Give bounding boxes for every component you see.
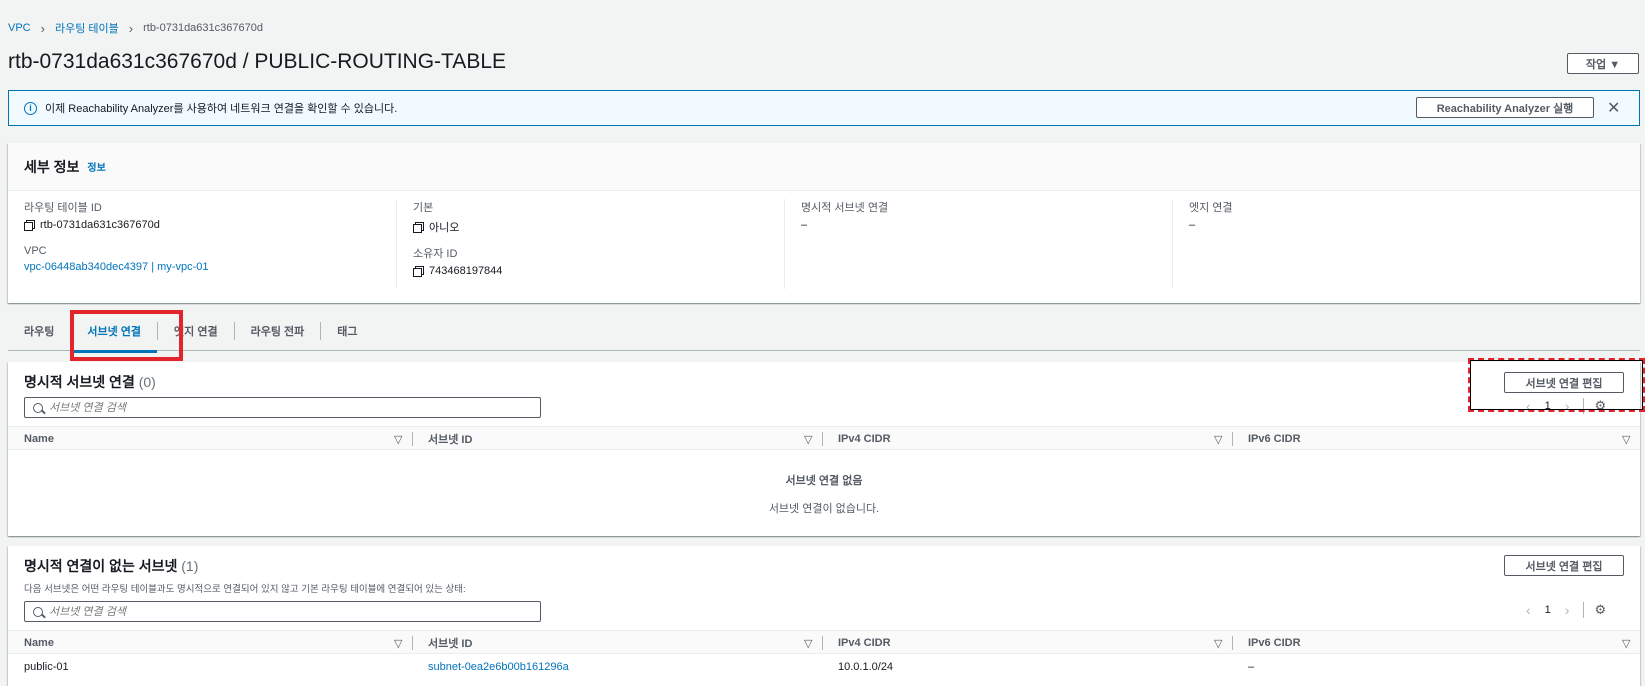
sort-icon[interactable]: ▽ — [1214, 631, 1222, 655]
edge-field: 엣지 연결 – — [1189, 199, 1233, 231]
empty-text: 서브넷 연결이 없습니다. — [768, 503, 880, 515]
next-page-icon[interactable]: › — [1565, 602, 1570, 618]
search-field[interactable] — [24, 601, 541, 622]
table-header: Name ▽ 서브넷 ID ▽ IPv4 CIDR ▽ IPv6 CIDR ▽ — [8, 426, 1640, 450]
field-label: 라우팅 테이블 ID — [24, 202, 102, 214]
pagination: ‹ 1 › ⚙ — [1526, 602, 1606, 618]
panel-count: (0) — [138, 374, 156, 390]
column-header[interactable]: IPv6 CIDR — [1248, 427, 1301, 451]
edge-value: – — [1189, 219, 1196, 231]
breadcrumb-vpc-link[interactable]: VPC — [8, 22, 31, 34]
column-header[interactable]: Name — [24, 631, 54, 655]
info-link[interactable]: 정보 — [87, 159, 105, 174]
close-icon[interactable]: ✕ — [1607, 98, 1620, 118]
column-header[interactable]: Name — [24, 427, 54, 451]
details-title: 세부 정보 — [24, 158, 80, 175]
owner-field: 소유자 ID 743468197844 — [413, 245, 502, 277]
column-divider — [412, 636, 413, 650]
explicit-subnet-panel: 명시적 서브넷 연결 (0) 서브넷 연결 편집 ‹ 1 › ⚙ Name ▽ … — [8, 362, 1640, 536]
copy-icon[interactable] — [413, 266, 424, 277]
cell-ipv6: – — [1248, 661, 1255, 673]
empty-title: 서브넷 연결 없음 — [785, 475, 863, 487]
breadcrumb-route-tables-link[interactable]: 라우팅 테이블 — [55, 20, 119, 36]
column-header[interactable]: IPv6 CIDR — [1248, 631, 1301, 655]
search-icon — [33, 402, 43, 413]
cell-subnet-id-link[interactable]: subnet-0ea2e6b00b161296a — [428, 661, 569, 673]
tab-tags[interactable]: 태그 — [320, 321, 373, 340]
column-header[interactable]: IPv4 CIDR — [838, 427, 891, 451]
cell-ipv4: 10.0.1.0/24 — [838, 661, 894, 673]
panel-title: 명시적 서브넷 연결 (0) — [24, 374, 156, 390]
field-label: 명시적 서브넷 연결 — [801, 202, 889, 214]
sort-icon[interactable]: ▽ — [804, 427, 812, 451]
explicit-subnet-field: 명시적 서브넷 연결 – — [801, 199, 888, 231]
reachability-analyzer-button[interactable]: Reachability Analyzer 실행 — [1416, 97, 1594, 118]
field-label: 소유자 ID — [413, 248, 458, 260]
vpc-field: VPC vpc-06448ab340dec4397 | my-vpc-01 — [24, 245, 208, 273]
vpc-link[interactable]: vpc-06448ab340dec4397 | my-vpc-01 — [24, 261, 208, 273]
tab-routes[interactable]: 라우팅 — [8, 322, 70, 340]
sort-icon[interactable]: ▽ — [1214, 427, 1222, 451]
owner-value: 743468197844 — [429, 265, 503, 277]
search-input[interactable] — [49, 401, 529, 414]
column-divider — [1232, 432, 1233, 446]
edit-button-highlight-box — [1468, 358, 1645, 412]
page-number[interactable]: 1 — [1545, 604, 1551, 616]
sort-icon[interactable]: ▽ — [804, 631, 812, 655]
chevron-right-icon: › — [40, 20, 45, 36]
info-alert: i 이제 Reachability Analyzer를 사용하여 네트워크 연결… — [8, 90, 1640, 126]
field-label: 엣지 연결 — [1189, 202, 1233, 214]
sort-icon[interactable]: ▽ — [1622, 631, 1630, 655]
implicit-subnet-panel: 명시적 연결이 없는 서브넷 (1) 다음 서브넷은 어떤 라우팅 테이블과도 … — [8, 546, 1640, 686]
column-divider — [1232, 636, 1233, 650]
details-column: 명시적 서브넷 연결 – — [784, 199, 1172, 289]
copy-icon[interactable] — [413, 222, 424, 233]
details-column: 라우팅 테이블 ID rtb-0731da631c367670d VPC vpc… — [8, 199, 396, 289]
column-header[interactable]: IPv4 CIDR — [838, 631, 891, 655]
tab-route-propagation[interactable]: 라우팅 전파 — [233, 321, 321, 340]
sort-icon[interactable]: ▽ — [394, 427, 402, 451]
details-column: 기본 아니오 소유자 ID 743468197844 — [396, 199, 784, 289]
search-field[interactable] — [24, 397, 541, 418]
details-panel: 세부 정보 정보 라우팅 테이블 ID rtb-0731da631c367670… — [8, 143, 1640, 303]
details-header: 세부 정보 정보 — [8, 143, 1640, 191]
cell-name: public-01 — [24, 661, 69, 673]
column-divider — [412, 432, 413, 446]
panel-description: 다음 서브넷은 어떤 라우팅 테이블과도 명시적으로 연결되어 있지 않고 기본… — [24, 584, 466, 595]
page-title: rtb-0731da631c367670d / PUBLIC-ROUTING-T… — [8, 50, 507, 73]
sort-icon[interactable]: ▽ — [394, 631, 402, 655]
breadcrumb: VPC › 라우팅 테이블 › rtb-0731da631c367670d — [8, 20, 263, 36]
copy-icon[interactable] — [24, 220, 35, 231]
field-label: VPC — [24, 245, 47, 257]
column-divider — [822, 636, 823, 650]
column-header[interactable]: 서브넷 ID — [428, 427, 472, 451]
panel-title: 명시적 연결이 없는 서브넷 (1) — [24, 558, 199, 574]
details-column: 엣지 연결 – — [1172, 199, 1640, 289]
main-field: 기본 아니오 — [413, 199, 459, 235]
info-icon: i — [24, 101, 37, 115]
column-divider — [822, 432, 823, 446]
panel-count: (1) — [181, 558, 199, 574]
column-header[interactable]: 서브넷 ID — [428, 631, 472, 655]
actions-dropdown-button[interactable]: 작업 ▼ — [1567, 53, 1639, 74]
alert-text: 이제 Reachability Analyzer를 사용하여 네트워크 연결을 … — [45, 103, 398, 115]
main-value: 아니오 — [429, 222, 460, 234]
breadcrumb-current: rtb-0731da631c367670d — [143, 22, 263, 34]
field-label: 기본 — [413, 202, 434, 214]
edit-subnet-associations-button[interactable]: 서브넷 연결 편집 — [1504, 555, 1624, 576]
tab-bar: 라우팅 서브넷 연결 엣지 연결 라우팅 전파 태그 — [8, 311, 1640, 353]
empty-state: 서브넷 연결 없음 서브넷 연결이 없습니다. — [8, 472, 1640, 516]
search-input[interactable] — [49, 605, 529, 618]
search-icon — [33, 606, 43, 617]
sort-icon[interactable]: ▽ — [1622, 427, 1630, 451]
gear-icon[interactable]: ⚙ — [1583, 602, 1606, 618]
prev-page-icon[interactable]: ‹ — [1526, 602, 1531, 618]
route-table-id-field: 라우팅 테이블 ID rtb-0731da631c367670d — [24, 199, 160, 231]
chevron-right-icon: › — [128, 20, 134, 36]
route-table-id-value: rtb-0731da631c367670d — [40, 219, 160, 231]
tab-highlight-box — [70, 310, 183, 361]
table-header: Name ▽ 서브넷 ID ▽ IPv4 CIDR ▽ IPv6 CIDR ▽ — [8, 630, 1640, 654]
explicit-subnet-value: – — [801, 219, 808, 231]
